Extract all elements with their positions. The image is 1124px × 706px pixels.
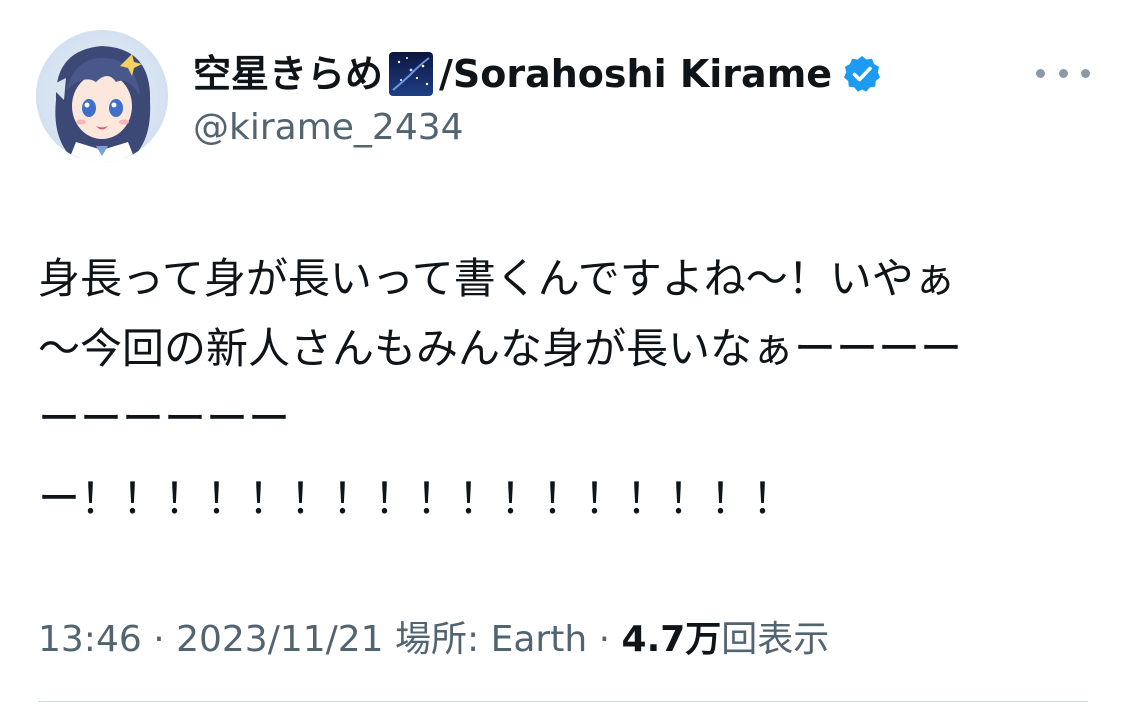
author-handle[interactable]: @kirame_2434 <box>193 104 464 152</box>
tweet-text-line: ー！！！！！！！！！！！！！！！！！ <box>38 474 795 523</box>
night-sky-emoji-icon <box>387 50 435 98</box>
meta-separator: · <box>587 619 622 660</box>
more-dot <box>1081 68 1090 78</box>
views-label: 回表示 <box>721 619 830 660</box>
avatar-image <box>36 30 168 162</box>
tweet-card: 空星きらめ /Sorahoshi Kirame @kirame_2434 身長っ… <box>0 0 1124 706</box>
tweet-time[interactable]: 13:46 <box>38 619 142 660</box>
location-label: 場所: <box>383 619 491 660</box>
avatar[interactable] <box>36 30 168 162</box>
more-dot <box>1036 68 1045 78</box>
divider <box>38 701 1088 702</box>
views-count[interactable]: 4.7万 <box>622 619 722 660</box>
meta-separator: · <box>141 619 177 660</box>
tweet-text-line: ーーーーーー <box>38 394 291 443</box>
author-name-row[interactable]: 空星きらめ /Sorahoshi Kirame <box>193 46 882 102</box>
display-name: 空星きらめ <box>193 52 384 96</box>
tweet-text-line: 身長って身が長いって書くんですよね〜！いやぁ <box>38 254 956 303</box>
more-dots-icon[interactable] <box>1036 58 1090 88</box>
tweet-date[interactable]: 2023/11/21 <box>176 619 384 660</box>
verified-badge-icon[interactable] <box>842 54 882 94</box>
more-dot <box>1058 68 1068 78</box>
tweet-meta: 13:46 · 2023/11/21 場所: Earth · 4.7万回表示 <box>38 612 829 668</box>
tweet-text-line: 〜今回の新人さんもみんな身が長いなぁーーーー <box>38 324 963 373</box>
display-name-suffix: /Sorahoshi Kirame <box>439 52 833 96</box>
tweet-text: 身長って身が長いって書くんですよね〜！いやぁ 〜今回の新人さんもみんな身が長いな… <box>38 244 1098 534</box>
tweet-location: Earth <box>490 619 588 660</box>
